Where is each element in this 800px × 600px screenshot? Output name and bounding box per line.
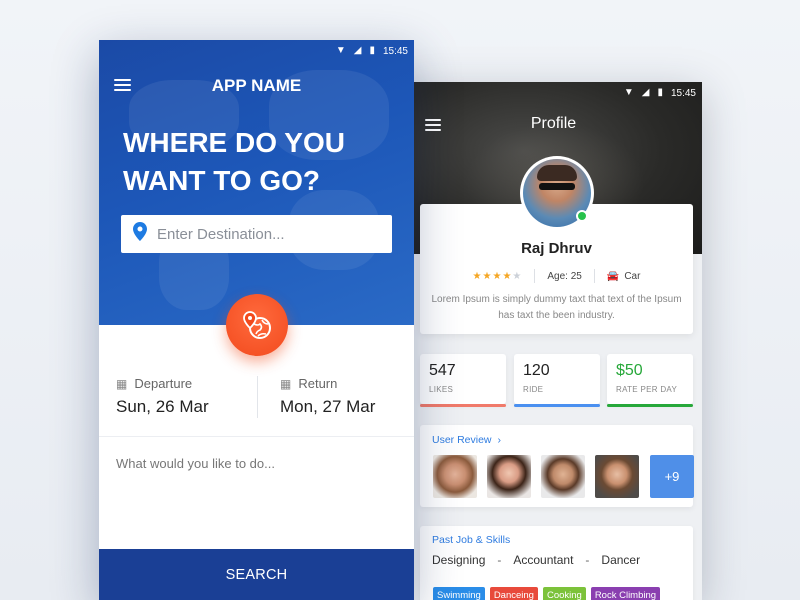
car-icon: 🚘 (606, 270, 620, 282)
profile-vehicle: Car (624, 270, 641, 282)
location-pin-icon (133, 222, 147, 246)
status-bar: ▼ ◢ ▮ 15:45 (336, 40, 414, 62)
battery-icon: ▮ (369, 45, 375, 56)
stat-value: 547 (429, 362, 456, 379)
reviewer-avatar[interactable] (595, 455, 639, 498)
job-list: Designing - Accountant - Dancer (432, 553, 640, 567)
job-item: Accountant (513, 553, 574, 567)
skill-tag[interactable]: Rock Climbing (590, 587, 661, 600)
destination-input[interactable] (157, 225, 377, 243)
stat-value: $50 (616, 362, 643, 379)
globe-pin-icon (243, 311, 271, 339)
headline-line: WHERE DO YOU (123, 127, 345, 158)
skill-tag[interactable]: Cooking (542, 587, 586, 600)
skill-tags: Swimming Danceing Cooking Rock Climbing (433, 587, 661, 600)
departure-value: Sun, 26 Mar (116, 397, 209, 416)
return-label: Return (298, 376, 338, 391)
divider (99, 436, 414, 437)
skill-tag[interactable]: Danceing (489, 587, 538, 600)
explore-map-button[interactable] (226, 294, 288, 356)
wifi-icon: ▼ (623, 87, 634, 98)
stat-accent-bar (607, 404, 693, 407)
calendar-icon: ▦ (116, 376, 128, 391)
stat-label: RATE PER DAY (616, 385, 678, 394)
stat-rate: $50 RATE PER DAY (607, 354, 693, 407)
departure-label: Departure (134, 376, 193, 391)
stat-value: 120 (523, 362, 550, 379)
stat-accent-bar (420, 404, 506, 407)
profile-description: Lorem Ipsum is simply dummy taxt that te… (431, 294, 682, 321)
user-review-link[interactable]: User Review › (432, 434, 501, 446)
user-review-card: User Review › +9 (420, 425, 694, 507)
signal-icon: ◢ (353, 45, 362, 56)
more-reviewers-button[interactable]: +9 (650, 455, 694, 498)
chevron-right-icon: › (497, 434, 502, 446)
job-separator: - (585, 553, 590, 567)
online-status-icon (576, 210, 588, 222)
search-screen: ▼ ◢ ▮ 15:45 APP NAME WHERE DO YOU WANT T… (99, 40, 414, 600)
skills-card: Past Job & Skills Designing - Accountant… (420, 526, 693, 600)
rating-stars: ★★★★★ (472, 270, 523, 282)
calendar-icon: ▦ (280, 376, 292, 391)
job-item: Designing (432, 553, 486, 567)
wifi-icon: ▼ (335, 45, 346, 56)
headline-line: WANT TO GO? (123, 165, 321, 196)
reviewer-avatar[interactable] (433, 455, 477, 498)
reviewer-avatar[interactable] (487, 455, 531, 498)
profile-name: Raj Dhruv (521, 240, 592, 257)
job-item: Dancer (601, 553, 641, 567)
battery-icon: ▮ (657, 87, 663, 98)
stat-accent-bar (514, 404, 600, 407)
departure-date-picker[interactable]: ▦ Departure Sun, 26 Mar (116, 376, 209, 417)
headline: WHERE DO YOU WANT TO GO? (123, 124, 383, 200)
profile-age: Age: 25 (547, 270, 582, 282)
destination-field[interactable] (121, 215, 392, 253)
hero-section: ▼ ◢ ▮ 15:45 APP NAME WHERE DO YOU WANT T… (99, 40, 414, 325)
profile-meta: ★★★★★ Age: 25 🚘 Car (420, 269, 693, 283)
skills-title: Past Job & Skills (432, 534, 511, 546)
user-review-title: User Review (432, 434, 492, 446)
activity-input[interactable] (116, 456, 396, 471)
stat-likes: 547 LIKES (420, 354, 506, 407)
stat-label: RIDE (523, 385, 544, 394)
return-value: Mon, 27 Mar (280, 397, 376, 416)
profile-screen: ▼ ◢ ▮ 15:45 Profile Raj Dhruv ★★★★★ Age:… (405, 82, 702, 600)
skill-tag[interactable]: Swimming (433, 587, 485, 600)
divider (257, 376, 258, 418)
status-bar: ▼ ◢ ▮ 15:45 (624, 82, 702, 104)
signal-icon: ◢ (641, 87, 650, 98)
job-separator: - (497, 553, 502, 567)
app-name: APP NAME (211, 76, 302, 95)
return-date-picker[interactable]: ▦ Return Mon, 27 Mar (280, 376, 375, 417)
status-time: 15:45 (382, 45, 408, 57)
page-title: Profile (530, 115, 577, 132)
reviewer-avatar[interactable] (541, 455, 585, 498)
stat-ride: 120 RIDE (514, 354, 600, 407)
status-time: 15:45 (670, 87, 696, 99)
stat-label: LIKES (429, 385, 454, 394)
date-selection: ▦ Departure Sun, 26 Mar ▦ Return Mon, 27… (99, 376, 414, 436)
search-button[interactable]: SEARCH (99, 549, 414, 600)
